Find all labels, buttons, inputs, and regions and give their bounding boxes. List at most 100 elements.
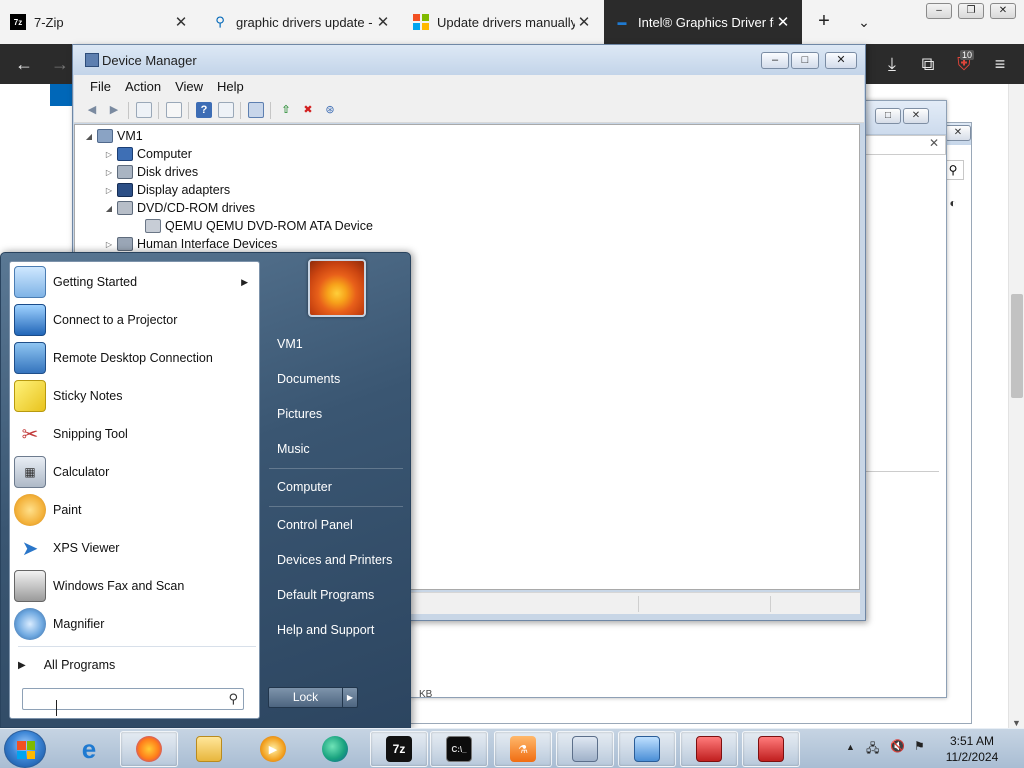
taskbar-ie[interactable]: e	[60, 731, 118, 767]
start-right-help-support[interactable]: Help and Support	[268, 615, 405, 645]
start-right-music[interactable]: Music	[268, 434, 405, 464]
clear-icon[interactable]: ✕	[929, 136, 939, 150]
action-center-flag-icon[interactable]: ⚑	[914, 739, 925, 753]
uninstall-icon[interactable]: ✖	[300, 102, 316, 118]
start-right-default-programs[interactable]: Default Programs	[268, 580, 405, 610]
program-magnifier[interactable]: Magnifier	[12, 606, 258, 642]
taskbar-drive-app[interactable]	[556, 731, 614, 767]
program-remote-desktop[interactable]: Remote Desktop Connection	[12, 340, 258, 376]
tab-close-icon[interactable]: ✕	[172, 13, 190, 31]
scrollbar-thumb[interactable]	[1011, 294, 1023, 398]
browser-maximize-button[interactable]: ❐	[958, 3, 984, 19]
properties-icon[interactable]	[166, 102, 182, 118]
tree-node-computer[interactable]: ▷ Computer	[103, 145, 192, 163]
taskbar-firefox[interactable]	[120, 731, 178, 767]
tab-intel[interactable]: ▬ Intel® Graphics Driver for ✕	[604, 0, 802, 44]
taskbar-edge[interactable]	[306, 731, 364, 767]
program-getting-started[interactable]: Getting Started ▶	[12, 264, 258, 300]
start-search-input[interactable]	[25, 690, 215, 708]
disable-device-icon[interactable]: ⊛	[322, 102, 338, 118]
program-fax-scan[interactable]: Windows Fax and Scan	[12, 568, 258, 604]
new-tab-button[interactable]: +	[812, 10, 836, 34]
clock[interactable]: 3:51 AM 11/2/2024	[930, 733, 1014, 765]
tree-node-dvd-drives[interactable]: ◢ DVD/CD-ROM drives	[103, 199, 255, 217]
tree-node-hid[interactable]: ▷ Human Interface Devices	[103, 235, 277, 253]
update-driver-icon[interactable]: ⇧	[278, 102, 294, 118]
device-manager-titlebar[interactable]: Device Manager	[73, 45, 865, 75]
program-xps-viewer[interactable]: ➤ XPS Viewer	[12, 530, 258, 566]
program-sticky-notes[interactable]: Sticky Notes	[12, 378, 258, 414]
forward-arrow-icon[interactable]: →	[48, 52, 72, 76]
tab-close-icon[interactable]: ✕	[374, 13, 392, 31]
close-icon[interactable]: ✕	[945, 125, 971, 141]
tab-7zip[interactable]: 7z 7-Zip ✕	[0, 0, 200, 44]
start-right-control-panel[interactable]: Control Panel	[268, 510, 405, 540]
background-address-field[interactable]: ✕	[861, 135, 946, 155]
expander-icon[interactable]: ◢	[103, 204, 115, 213]
tree-node-display-adapters[interactable]: ▷ Display adapters	[103, 181, 230, 199]
taskbar-toolbox[interactable]	[680, 731, 738, 767]
expander-icon[interactable]: ▷	[103, 240, 115, 249]
tab-microsoft[interactable]: Update drivers manually in ✕	[403, 0, 603, 44]
tab-search[interactable]: ⚲ graphic drivers update - Se ✕	[202, 0, 402, 44]
taskbar-7zip[interactable]: 7z	[370, 731, 428, 767]
browser-close-button[interactable]: ✕	[990, 3, 1016, 19]
taskbar-explorer[interactable]	[180, 731, 238, 767]
taskbar-toolbox-2[interactable]	[742, 731, 800, 767]
tray-expand-icon[interactable]: ▲	[846, 742, 855, 752]
start-right-computer[interactable]: Computer	[268, 472, 405, 502]
back-icon[interactable]: ◀	[84, 102, 100, 118]
user-picture[interactable]	[308, 259, 366, 317]
taskbar-control-panel[interactable]	[618, 731, 676, 767]
start-button[interactable]	[4, 730, 46, 768]
tree-node-disk-drives[interactable]: ▷ Disk drives	[103, 163, 198, 181]
program-snipping-tool[interactable]: ✂ Snipping Tool	[12, 416, 258, 452]
all-programs-button[interactable]: ▶ All Programs	[18, 654, 115, 676]
tab-list-button[interactable]: ⌄	[852, 10, 876, 34]
start-right-devices-printers[interactable]: Devices and Printers	[268, 545, 405, 575]
expander-icon[interactable]: ▷	[103, 150, 115, 159]
program-calculator[interactable]: ▦ Calculator	[12, 454, 258, 490]
taskbar-media-player[interactable]: ▶	[244, 731, 302, 767]
volume-muted-icon[interactable]: 🔇	[890, 739, 905, 753]
submenu-arrow-icon[interactable]: ▶	[241, 277, 248, 288]
tree-node-vm1[interactable]: ◢ VM1	[83, 127, 143, 145]
menu-view[interactable]: View	[175, 79, 203, 94]
tab-close-icon[interactable]: ✕	[774, 13, 792, 31]
dm-maximize-button[interactable]: □	[791, 52, 819, 69]
expander-icon[interactable]: ◢	[83, 132, 95, 141]
expander-icon[interactable]: ▷	[103, 186, 115, 195]
network-icon[interactable]: 🖧	[866, 739, 879, 760]
lock-button[interactable]: Lock	[268, 687, 343, 708]
download-icon[interactable]: ⤓	[880, 52, 904, 76]
menu-action[interactable]: Action	[125, 79, 161, 94]
program-paint[interactable]: Paint	[12, 492, 258, 528]
scan-hardware-icon[interactable]	[248, 102, 264, 118]
start-right-pictures[interactable]: Pictures	[268, 399, 405, 429]
expander-icon[interactable]: ▷	[103, 168, 115, 177]
tree-node-qemu-dvd[interactable]: QEMU QEMU DVD-ROM ATA Device	[131, 217, 373, 235]
dm-close-button[interactable]: ✕	[825, 52, 857, 69]
help-icon[interactable]: ?	[196, 102, 212, 118]
taskbar-cmd[interactable]: C:\_	[430, 731, 488, 767]
menu-file[interactable]: File	[90, 79, 111, 94]
dm-minimize-button[interactable]: –	[761, 52, 789, 69]
taskbar-flask-app[interactable]: ⚗	[494, 731, 552, 767]
tab-close-icon[interactable]: ✕	[575, 13, 593, 31]
shutdown-options-icon[interactable]: ▶	[342, 687, 358, 708]
extensions-icon[interactable]: ⧉	[916, 52, 940, 76]
view-icon[interactable]	[218, 102, 234, 118]
search-icon[interactable]: ⚲	[228, 691, 238, 707]
menu-help[interactable]: Help	[217, 79, 244, 94]
back-arrow-icon[interactable]: ←	[12, 52, 36, 76]
menu-icon[interactable]: ≡	[988, 52, 1012, 76]
forward-icon[interactable]: ▶	[106, 102, 122, 118]
show-hide-tree-icon[interactable]	[136, 102, 152, 118]
program-connect-projector[interactable]: Connect to a Projector	[12, 302, 258, 338]
start-right-vm1[interactable]: VM1	[268, 329, 405, 359]
minimize-icon[interactable]: □	[875, 108, 901, 124]
browser-minimize-button[interactable]: –	[926, 3, 952, 19]
start-right-documents[interactable]: Documents	[268, 364, 405, 394]
scroll-down-icon[interactable]: ▼	[1012, 718, 1021, 728]
close-icon[interactable]: ✕	[903, 108, 929, 124]
